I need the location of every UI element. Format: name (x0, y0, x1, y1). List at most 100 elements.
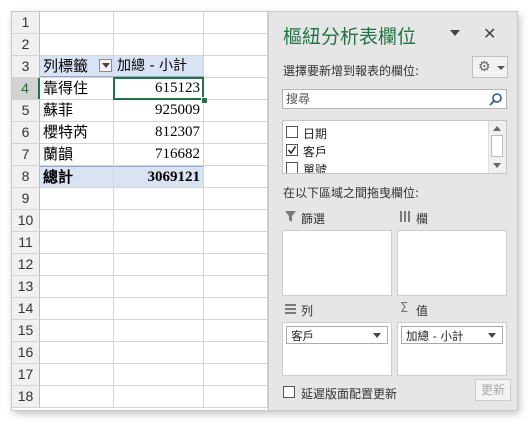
cell[interactable] (204, 254, 268, 275)
cell[interactable] (204, 78, 268, 99)
row-label-filter-button[interactable] (99, 59, 112, 72)
cell[interactable] (204, 188, 268, 209)
values-field-chip[interactable]: 加總 - 小計 (401, 326, 503, 344)
pivot-row-label[interactable]: 蘭韻 (40, 144, 114, 165)
cell[interactable] (114, 12, 204, 33)
row-header-selected[interactable]: 4 (12, 78, 40, 99)
cell[interactable] (204, 386, 268, 407)
cell[interactable] (40, 34, 114, 55)
pivot-value-header-cell[interactable]: 加總 - 小計 (114, 56, 204, 77)
cell[interactable] (114, 320, 204, 341)
cell[interactable] (40, 364, 114, 385)
worksheet-grid[interactable]: 1 2 3 列標籤 加總 - 小計 4 靠得住 615123 5 蘇菲 9250… (12, 12, 268, 410)
cell[interactable] (40, 276, 114, 297)
defer-update-checkbox[interactable] (283, 386, 295, 398)
row-header[interactable]: 8 (12, 166, 40, 187)
row-header[interactable]: 12 (12, 254, 40, 275)
values-drop-zone[interactable]: 加總 - 小計 (397, 322, 507, 376)
sheet-row: 18 (12, 386, 268, 408)
row-header[interactable]: 16 (12, 342, 40, 363)
cell[interactable] (40, 12, 114, 33)
cell[interactable] (40, 254, 114, 275)
field-checkbox-checked[interactable] (286, 144, 298, 156)
scroll-down-icon[interactable] (493, 163, 501, 168)
cell[interactable] (204, 56, 268, 77)
pivot-value-cell[interactable]: 615123 (114, 78, 204, 99)
cell[interactable] (204, 122, 268, 143)
pivot-row-label[interactable]: 櫻特芮 (40, 122, 114, 143)
fill-handle[interactable] (201, 97, 208, 104)
grand-total-value[interactable]: 3069121 (114, 166, 204, 187)
cell[interactable] (40, 188, 114, 209)
cell[interactable] (204, 210, 268, 231)
cell[interactable] (114, 34, 204, 55)
cell[interactable] (114, 342, 204, 363)
rows-drop-zone[interactable]: 客戶 (282, 322, 392, 376)
grand-total-label[interactable]: 總計 (40, 166, 114, 187)
columns-drop-zone[interactable] (397, 230, 507, 296)
cell[interactable] (40, 210, 114, 231)
field-checkbox[interactable] (286, 162, 298, 173)
cell[interactable] (114, 364, 204, 385)
close-icon[interactable]: ✕ (483, 24, 496, 43)
cell[interactable] (40, 320, 114, 341)
field-checkbox[interactable] (286, 126, 298, 138)
cell[interactable] (204, 166, 268, 187)
row-header[interactable]: 2 (12, 34, 40, 55)
cell[interactable] (204, 12, 268, 33)
cell[interactable] (40, 342, 114, 363)
cell[interactable] (114, 188, 204, 209)
row-header[interactable]: 14 (12, 298, 40, 319)
pivot-row-label[interactable]: 靠得住 (40, 78, 114, 99)
row-header[interactable]: 7 (12, 144, 40, 165)
cell[interactable] (40, 298, 114, 319)
cell[interactable] (114, 298, 204, 319)
cell[interactable] (204, 276, 268, 297)
chevron-down-icon[interactable] (488, 333, 496, 338)
pivot-value-cell[interactable]: 925009 (114, 100, 204, 121)
cell[interactable] (40, 386, 114, 407)
scroll-thumb[interactable] (491, 135, 503, 157)
cell[interactable] (204, 34, 268, 55)
cell[interactable] (204, 100, 268, 121)
columns-icon (400, 211, 410, 222)
chevron-down-icon[interactable] (373, 333, 381, 338)
cell[interactable] (114, 254, 204, 275)
row-header[interactable]: 1 (12, 12, 40, 33)
drag-areas-label: 在以下區域之間拖曳欄位: (283, 186, 420, 200)
row-header[interactable]: 11 (12, 232, 40, 253)
scroll-up-icon[interactable] (493, 126, 501, 131)
filters-drop-zone[interactable] (282, 230, 392, 296)
cell[interactable] (204, 364, 268, 385)
row-header[interactable]: 17 (12, 364, 40, 385)
cell[interactable] (40, 232, 114, 253)
field-list-scrollbar[interactable] (488, 121, 506, 173)
cell[interactable] (114, 210, 204, 231)
cell[interactable] (204, 298, 268, 319)
cell[interactable] (204, 232, 268, 253)
tools-button[interactable]: ⚙ (472, 56, 508, 78)
pivot-row-label[interactable]: 蘇菲 (40, 100, 114, 121)
rows-field-chip[interactable]: 客戶 (286, 326, 388, 344)
pivot-value-cell[interactable]: 812307 (114, 122, 204, 143)
row-header[interactable]: 18 (12, 386, 40, 407)
row-header[interactable]: 5 (12, 100, 40, 121)
cell[interactable] (114, 232, 204, 253)
search-icon[interactable] (489, 92, 503, 106)
update-button[interactable]: 更新 (475, 379, 511, 401)
cell[interactable] (204, 320, 268, 341)
row-header[interactable]: 3 (12, 56, 40, 77)
search-input[interactable] (286, 91, 481, 107)
row-header[interactable]: 9 (12, 188, 40, 209)
cell[interactable] (204, 342, 268, 363)
pivot-value-cell[interactable]: 716682 (114, 144, 204, 165)
row-header[interactable]: 15 (12, 320, 40, 341)
cell[interactable] (114, 276, 204, 297)
row-header[interactable]: 10 (12, 210, 40, 231)
values-area: Σ 值 加總 - 小計 (397, 300, 507, 378)
row-header[interactable]: 13 (12, 276, 40, 297)
cell[interactable] (204, 144, 268, 165)
row-header[interactable]: 6 (12, 122, 40, 143)
cell[interactable] (114, 386, 204, 407)
pane-options-arrow-icon[interactable] (450, 30, 460, 36)
